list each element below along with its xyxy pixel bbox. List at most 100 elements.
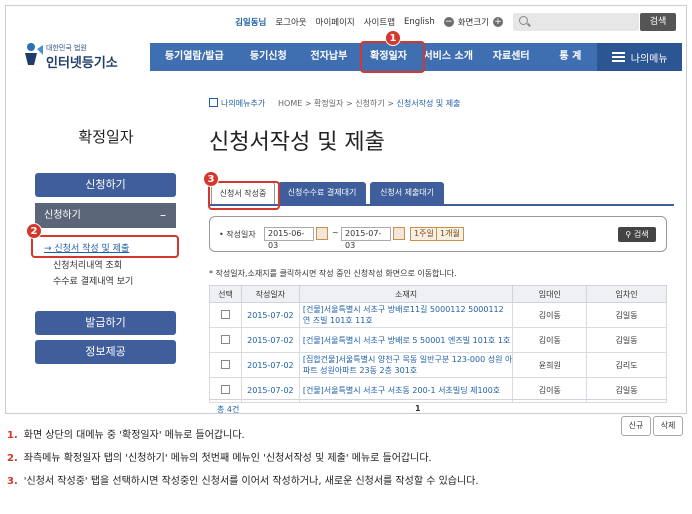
- search-input[interactable]: [513, 13, 639, 31]
- nav-item-resources[interactable]: 자료센터: [479, 43, 543, 71]
- date-search-box: • 작성일자 2015-06-03 ~ 2015-07-03 1주일 1개월 ⚲…: [209, 216, 667, 252]
- instruction-2: 2. 좌측메뉴 확정일자 탭의 '신청하기' 메뉴의 첫번째 메뉴인 '신청서작성…: [7, 449, 432, 464]
- row-address[interactable]: [집합건물]서울특별시 양천구 목동 일반구분 123-000 성원 아파트 성…: [298, 352, 514, 378]
- sidebar-section-apply[interactable]: 신청하기 –: [35, 203, 176, 228]
- row-lessee: 김일동: [586, 327, 667, 353]
- zoom-label: 화면크기: [457, 18, 489, 28]
- bookmark-label: 나의메뉴추가: [221, 99, 266, 108]
- instruction-number: 2.: [7, 453, 18, 464]
- col-date: 작성일자: [240, 285, 300, 303]
- instruction-text: '신청서 작성중' 탭을 선택하시면 작성중인 신청서를 이어서 작성하거나, …: [23, 476, 479, 487]
- col-select: 선택: [209, 285, 242, 303]
- instruction-number: 1.: [7, 430, 18, 441]
- nav-item-service-intro[interactable]: 서비스 소개: [417, 43, 479, 71]
- search-icon: [519, 16, 528, 25]
- date-range-separator: ~: [332, 228, 339, 237]
- nav-item-registry-view[interactable]: 등기열람/발급: [150, 43, 239, 71]
- logo-title: 인터넷등기소: [46, 56, 118, 71]
- row-lessor: 윤희원: [512, 352, 588, 378]
- nav-item-e-payment[interactable]: 전자납부: [298, 43, 360, 71]
- table-footer: 총 4건 1: [209, 399, 667, 414]
- zoom-in-icon[interactable]: +: [493, 17, 503, 27]
- tab-submit-pending[interactable]: 신청서 제출대기: [370, 182, 444, 204]
- logout-link[interactable]: 로그아웃: [275, 16, 306, 28]
- calendar-icon[interactable]: [393, 227, 405, 240]
- total-count: 총 4건: [217, 405, 240, 414]
- date-search-button[interactable]: ⚲ 검색: [618, 227, 656, 242]
- sidebar-apply-button[interactable]: 신청하기: [35, 173, 176, 197]
- calendar-icon[interactable]: [316, 227, 328, 240]
- delete-button[interactable]: 삭제: [653, 416, 683, 436]
- nav-item-statistics[interactable]: 통 계: [543, 43, 597, 71]
- table-row: 2015-07-02 [건물]서울특별시 서초구 방배로 5 50001 엔즈빌…: [209, 327, 667, 353]
- utility-bar: 김일동님 로그아웃 마이페이지 사이트맵 English − 화면크기 + 검색: [226, 13, 676, 31]
- callout-badge-2: 2: [26, 223, 42, 239]
- court-emblem-icon: [25, 43, 43, 65]
- row-lessee: 김일동: [586, 302, 667, 328]
- search-icon: ⚲: [625, 230, 634, 239]
- date-search-label: 검색: [633, 230, 649, 239]
- table-row: 2015-07-02 [건물]서울특별시 서초구 방배로11길 5000112 …: [209, 302, 667, 328]
- row-address[interactable]: [건물]서울특별시 서초구 방배로 5 50001 엔즈빌 101호 1호: [298, 327, 514, 353]
- table-note: * 작성일자,소재지를 클릭하시면 작성 중인 신청작성 화면으로 이동합니다.: [209, 269, 457, 278]
- collapse-icon[interactable]: –: [160, 203, 166, 228]
- highlight-sidebar-item: [31, 235, 179, 258]
- search-button[interactable]: 검색: [640, 13, 676, 31]
- instruction-text: 화면 상단의 대메뉴 중 '확정일자' 메뉴로 들어갑니다.: [23, 430, 245, 441]
- sidebar-title: 확정일자: [78, 128, 134, 146]
- row-date[interactable]: 2015-07-02: [240, 352, 300, 378]
- tab-fee-pending[interactable]: 신청수수료 결제대기: [278, 182, 366, 204]
- col-lessor: 임대인: [512, 285, 588, 303]
- instruction-1: 1. 화면 상단의 대메뉴 중 '확정일자' 메뉴로 들어갑니다.: [7, 426, 245, 441]
- sidebar-item-fee-history[interactable]: 수수료 결제내역 보기: [53, 274, 133, 287]
- sitemap-link[interactable]: 사이트맵: [364, 16, 395, 28]
- breadcrumb-current: 신청서작성 및 제출: [396, 99, 461, 108]
- instruction-number: 3.: [7, 476, 18, 487]
- date-from-input[interactable]: 2015-06-03: [264, 227, 314, 250]
- zoom-out-icon[interactable]: −: [443, 17, 454, 27]
- sidebar-section-label: 신청하기: [44, 210, 81, 221]
- row-lessor: 김이동: [512, 327, 588, 353]
- sidebar-issue-button[interactable]: 발급하기: [35, 311, 176, 335]
- site-logo[interactable]: 대한민국 법원 인터넷등기소: [22, 39, 142, 73]
- mypage-link[interactable]: 마이페이지: [316, 16, 355, 28]
- row-checkbox[interactable]: [220, 359, 230, 369]
- col-lessee: 임차인: [586, 285, 667, 303]
- range-1week-button[interactable]: 1주일: [410, 227, 438, 241]
- callout-badge-3: 3: [203, 171, 219, 187]
- page-title: 신청서작성 및 제출: [209, 130, 385, 155]
- nav-item-registry-apply[interactable]: 등기신청: [239, 43, 299, 71]
- add-to-my-menu-link[interactable]: 나의메뉴추가: [209, 98, 265, 109]
- date-to-input[interactable]: 2015-07-03: [341, 227, 391, 250]
- application-table: 선택 작성일자 소재지 임대인 임차인 2015-07-02 [건물]서울특별시…: [209, 285, 667, 403]
- my-menu-label: 나의메뉴: [630, 53, 668, 65]
- user-name: 김일동님: [235, 18, 267, 28]
- menu-icon: [611, 52, 625, 62]
- row-lessor: 김이동: [512, 302, 588, 328]
- row-checkbox[interactable]: [220, 309, 230, 319]
- highlight-tab-drafting: [208, 181, 280, 210]
- screenshot-frame: 김일동님 로그아웃 마이페이지 사이트맵 English − 화면크기 + 검색…: [5, 5, 687, 414]
- page-number[interactable]: 1: [415, 404, 421, 413]
- breadcrumb: HOME > 확정일자 > 신청하기 > 신청서작성 및 제출: [278, 98, 461, 109]
- date-label: • 작성일자: [219, 230, 256, 239]
- sidebar-info-button[interactable]: 정보제공: [35, 340, 176, 364]
- row-checkbox[interactable]: [220, 334, 230, 344]
- row-address[interactable]: [건물]서울특별시 서초구 방배로11길 5000112 5000112 연 즈…: [298, 302, 514, 328]
- callout-badge-1: 1: [385, 30, 401, 46]
- row-date[interactable]: 2015-07-02: [240, 302, 300, 328]
- sidebar-item-process-history[interactable]: 신청처리내역 조회: [53, 258, 122, 271]
- row-checkbox[interactable]: [220, 384, 230, 394]
- english-link[interactable]: English: [404, 17, 435, 27]
- table-row: 2015-07-02 [집합건물]서울특별시 양천구 목동 일반구분 123-0…: [209, 352, 667, 378]
- checkbox-icon: [209, 98, 218, 107]
- my-menu-button[interactable]: 나의메뉴: [597, 43, 682, 71]
- new-button[interactable]: 신규: [621, 416, 651, 436]
- range-1month-button[interactable]: 1개월: [436, 227, 464, 241]
- row-lessee: 김리도: [586, 352, 667, 378]
- instruction-text: 좌측메뉴 확정일자 탭의 '신청하기' 메뉴의 첫번째 메뉴인 '신청서작성 및…: [23, 453, 432, 464]
- instruction-3: 3. '신청서 작성중' 탭을 선택하시면 작성중인 신청서를 이어서 작성하거나…: [7, 472, 479, 487]
- breadcrumb-path: HOME > 확정일자 > 신청하기 >: [278, 99, 397, 108]
- table-header-row: 선택 작성일자 소재지 임대인 임차인: [209, 285, 667, 303]
- row-date[interactable]: 2015-07-02: [240, 327, 300, 353]
